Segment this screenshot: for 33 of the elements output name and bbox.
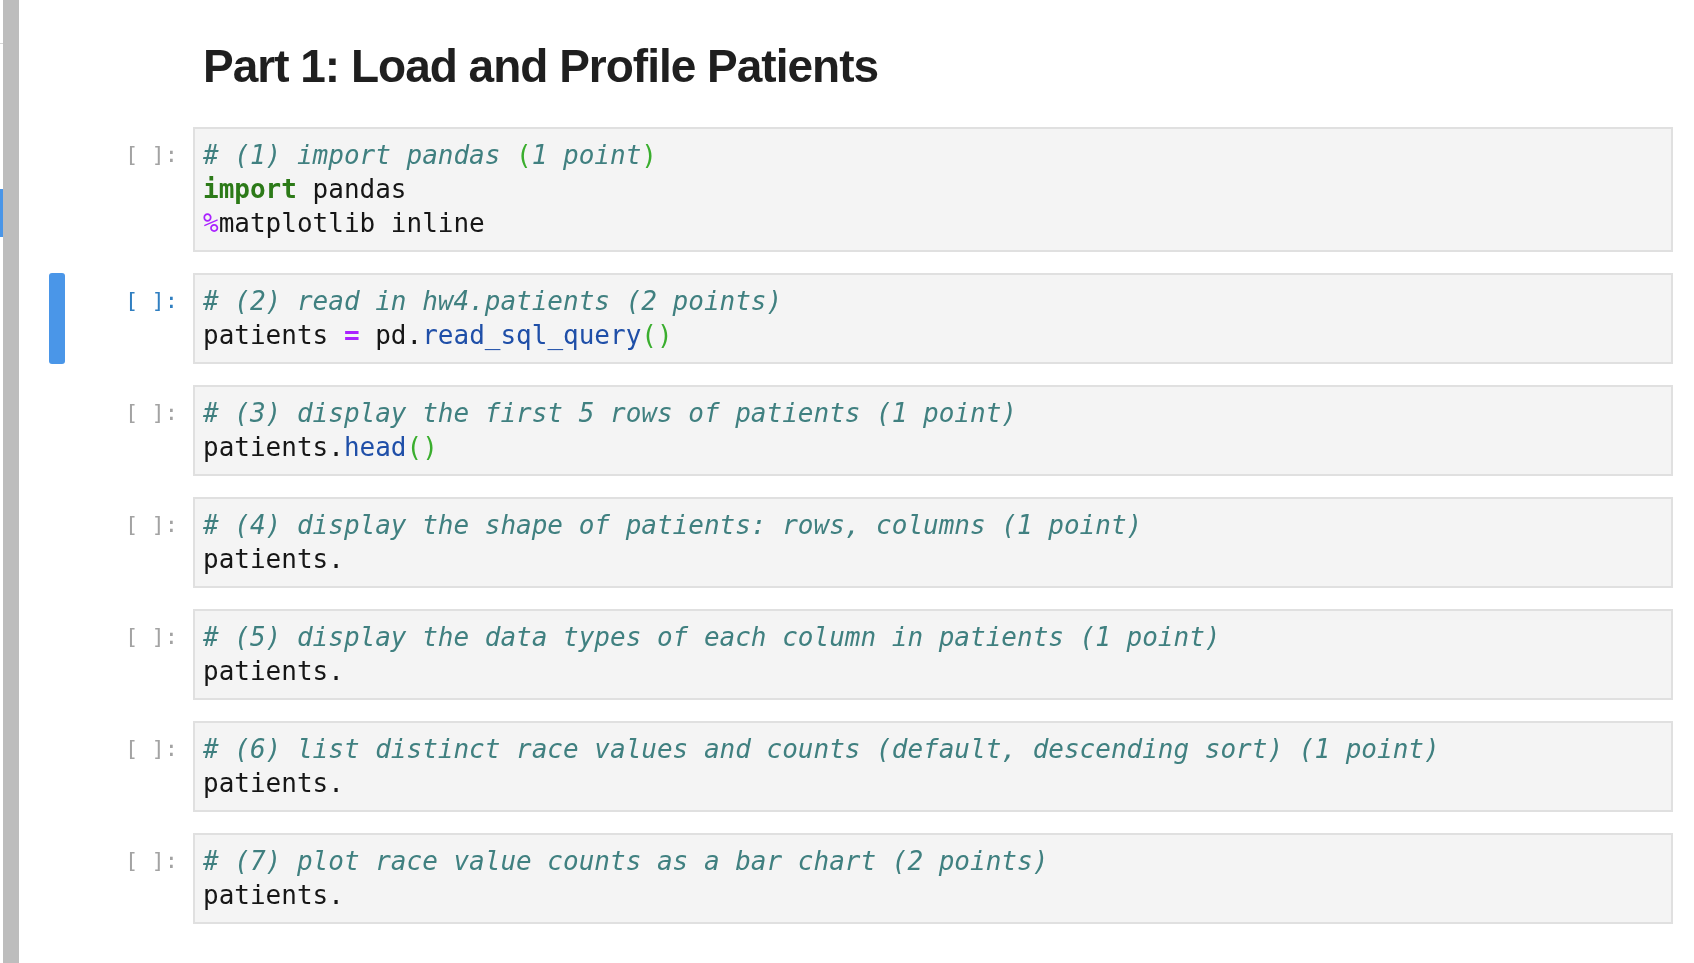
code-editor[interactable]: # (1) import pandas (1 point) import pandas %matplotlib inline bbox=[193, 127, 1673, 252]
active-cell-bar[interactable] bbox=[49, 273, 65, 364]
code-line: # (6) list distinct race values and counts (default, descending sort) (1 point) bbox=[203, 733, 1440, 766]
panel-splitter[interactable] bbox=[3, 0, 19, 963]
code-editor[interactable]: # (6) list distinct race values and counts (default, descending sort) (1 point) patients. bbox=[193, 721, 1673, 812]
code-line: # (4) display the shape of patients: rows, columns (1 point) bbox=[203, 509, 1143, 542]
code-editor[interactable]: # (4) display the shape of patients: rows, columns (1 point) patients. bbox=[193, 497, 1673, 588]
cell-prompt: [ ]: bbox=[124, 399, 178, 427]
code-line: # (2) read in hw4.patients (2 points) bbox=[203, 285, 783, 318]
code-editor[interactable]: # (5) display the data types of each column in patients (1 point) patients. bbox=[193, 609, 1673, 700]
code-line: patients. bbox=[203, 543, 344, 576]
code-line: patients. bbox=[203, 655, 344, 688]
cell-prompt: [ ]: bbox=[124, 847, 178, 875]
code-line: patients.head() bbox=[203, 431, 438, 464]
code-editor[interactable]: # (7) plot race value counts as a bar chart (2 points) patients. bbox=[193, 833, 1673, 924]
code-editor[interactable]: # (2) read in hw4.patients (2 points) patients = pd.read_sql_query() bbox=[193, 273, 1673, 364]
code-line: %matplotlib inline bbox=[203, 207, 485, 240]
code-line: import pandas bbox=[203, 173, 407, 206]
cell-prompt: [ ]: bbox=[124, 623, 178, 651]
code-line: # (1) import pandas (1 point) bbox=[203, 139, 657, 172]
code-line: # (3) display the first 5 rows of patients (1 point) bbox=[203, 397, 1017, 430]
code-line: patients = pd.read_sql_query() bbox=[203, 319, 673, 352]
code-line: patients. bbox=[203, 879, 344, 912]
code-line: # (7) plot race value counts as a bar chart (2 points) bbox=[203, 845, 1049, 878]
cell-prompt: [ ]: bbox=[124, 287, 178, 315]
code-line: patients. bbox=[203, 767, 344, 800]
active-tab-marker bbox=[0, 189, 3, 237]
code-editor[interactable]: # (3) display the first 5 rows of patients (1 point) patients.head() bbox=[193, 385, 1673, 476]
cell-prompt: [ ]: bbox=[124, 141, 178, 169]
cell-prompt: [ ]: bbox=[124, 735, 178, 763]
cell-prompt: [ ]: bbox=[124, 511, 178, 539]
code-line: # (5) display the data types of each column in patients (1 point) bbox=[203, 621, 1221, 654]
notebook-heading: Part 1: Load and Profile Patients bbox=[203, 39, 879, 93]
